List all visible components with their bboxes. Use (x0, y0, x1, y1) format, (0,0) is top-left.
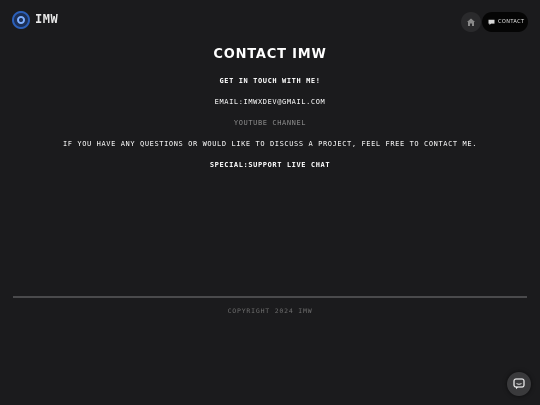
description-text: IF YOU HAVE ANY QUESTIONS OR WOULD LIKE … (62, 140, 478, 148)
chat-icon (488, 19, 495, 25)
youtube-link[interactable]: YOUTUBE CHANNEL (0, 119, 540, 127)
contact-button-label: CONTACT (498, 19, 525, 25)
special-support-text: SPECIAL:SUPPORT LIVE CHAT (209, 161, 331, 169)
chat-bubble-icon (513, 378, 525, 390)
live-chat-button[interactable] (507, 372, 531, 396)
copyright-text: COPYRIGHT 2024 IMW (227, 307, 313, 315)
subtitle: GET IN TOUCH WITH ME! (219, 77, 321, 85)
home-button[interactable] (461, 12, 481, 32)
footer-divider (13, 296, 527, 298)
home-icon (467, 18, 475, 26)
brand-name[interactable]: IMW (35, 12, 58, 26)
contact-button[interactable]: CONTACT (482, 12, 528, 32)
logo-core (17, 16, 25, 24)
logo-icon[interactable] (12, 11, 30, 29)
email-link[interactable]: EMAIL:IMWXDEV@GMAIL.COM (0, 98, 540, 106)
page-title: CONTACT IMW (213, 47, 327, 62)
header: IMW CONTACT (0, 0, 540, 40)
